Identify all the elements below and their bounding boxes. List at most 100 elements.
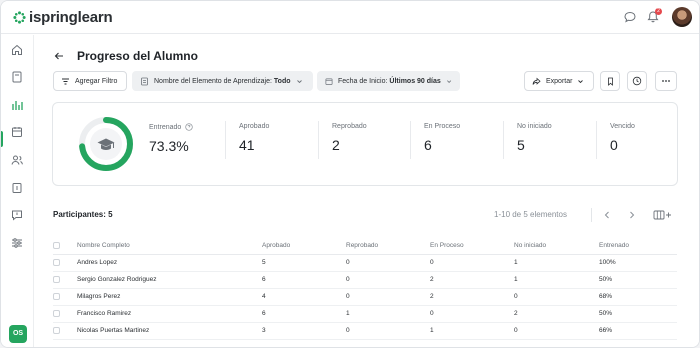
export-button[interactable]: Exportar: [524, 71, 594, 91]
page-title: Progreso del Alumno: [77, 49, 198, 63]
date-filter-label: Fecha de Inicio:: [338, 77, 388, 85]
home-icon[interactable]: [10, 43, 24, 57]
stat-in-progress-value: 6: [424, 137, 432, 153]
chevron-down-icon: [446, 79, 451, 83]
column-header[interactable]: Aprobado: [262, 237, 346, 255]
chat-icon[interactable]: [623, 10, 637, 24]
stat-in-progress-label: En Proceso: [424, 123, 461, 130]
cell-in-progress: 2: [430, 271, 514, 289]
prev-page-icon[interactable]: [601, 209, 613, 221]
cell-failed: 0: [346, 288, 430, 306]
app-window: ispringlearn 2 OS Progreso del Alumno Ag…: [0, 0, 700, 348]
pager-divider: [591, 208, 592, 222]
user-initials-chip[interactable]: OS: [9, 325, 27, 343]
stat-divider: [410, 121, 411, 159]
cell-trained: 66%: [599, 322, 677, 340]
row-checkbox[interactable]: [53, 326, 60, 334]
column-header[interactable]: No iniciado: [514, 237, 599, 255]
reports-icon[interactable]: [10, 98, 24, 112]
stat-in-progress: En Proceso 6: [424, 123, 460, 153]
row-checkbox[interactable]: [53, 258, 60, 266]
table-row[interactable]: Nicolas Puertas Martinez 3 0 1 0 66%: [53, 322, 677, 340]
cell-failed: 0: [346, 271, 430, 289]
add-filter-button[interactable]: Agregar Filtro: [53, 71, 127, 91]
table-row[interactable]: Sergio Gonzalez Rodriguez 6 0 2 1 50%: [53, 271, 677, 289]
stat-not-started: No iniciado 5: [517, 123, 552, 153]
table-row[interactable]: Milagros Perez 4 0 2 0 68%: [53, 288, 677, 306]
cell-not-started: 1: [514, 271, 599, 289]
bookmark-button[interactable]: [600, 71, 620, 91]
cell-approved: 6: [262, 271, 346, 289]
date-filter-value: Últimos 90 días: [389, 77, 441, 85]
cell-name[interactable]: Milagros Perez: [77, 288, 262, 306]
sidebar: OS: [1, 35, 34, 347]
row-checkbox[interactable]: [53, 309, 60, 317]
stat-failed-label: Reprobado: [332, 123, 367, 130]
stat-not-started-value: 5: [517, 137, 525, 153]
cell-failed: 0: [346, 322, 430, 340]
share-icon: [532, 77, 541, 85]
cell-trained: 100%: [599, 254, 677, 272]
cell-trained: 50%: [599, 271, 677, 289]
more-options-button[interactable]: [655, 71, 677, 91]
column-header[interactable]: Reprobado: [346, 237, 430, 255]
column-header[interactable]: En Proceso: [430, 237, 514, 255]
logo-mark-icon: [13, 11, 26, 24]
element-filter-dropdown[interactable]: Nombre del Elemento de Aprendizaje: Todo: [132, 71, 313, 91]
logo-text: ispringlearn: [29, 9, 113, 26]
logo[interactable]: ispringlearn: [13, 9, 113, 26]
schedule-report-button[interactable]: [627, 71, 647, 91]
cell-not-started: 0: [514, 322, 599, 340]
avatar[interactable]: [672, 7, 692, 27]
cell-trained: 50%: [599, 305, 677, 323]
cell-name[interactable]: Francisco Ramirez: [77, 305, 262, 323]
stat-expired: Vencido 0: [610, 123, 635, 153]
stat-failed: Reprobado 2: [332, 123, 367, 153]
feedback-icon[interactable]: [10, 208, 24, 222]
cell-name[interactable]: Sergio Gonzalez Rodriguez: [77, 271, 262, 289]
cell-in-progress: 2: [430, 288, 514, 306]
stat-not-started-label: No iniciado: [517, 123, 552, 130]
stat-divider: [318, 121, 319, 159]
book-icon[interactable]: [10, 70, 24, 84]
row-checkbox[interactable]: [53, 292, 60, 300]
stat-failed-value: 2: [332, 137, 340, 153]
add-filter-label: Agregar Filtro: [75, 77, 118, 85]
stat-divider: [225, 121, 226, 159]
export-label: Exportar: [546, 77, 573, 85]
pagination-info: 1-10 de 5 elementos: [494, 210, 567, 219]
table-row[interactable]: Andres Lopez 5 0 0 1 100%: [53, 254, 677, 272]
select-all-checkbox[interactable]: [53, 241, 60, 249]
column-header[interactable]: Entrenado: [599, 237, 677, 255]
column-header[interactable]: Nombre Completo: [77, 237, 262, 255]
element-filter-value: Todo: [273, 77, 291, 85]
main-content: Progreso del Alumno Agregar Filtro Nombr…: [35, 35, 699, 347]
more-icon: [662, 80, 670, 82]
schedule-icon[interactable]: [10, 181, 24, 195]
cell-name[interactable]: Andres Lopez: [77, 254, 262, 272]
next-page-icon[interactable]: [626, 209, 638, 221]
filter-toolbar: Agregar Filtro Nombre del Elemento de Ap…: [53, 71, 677, 91]
cell-approved: 3: [262, 322, 346, 340]
cell-in-progress: 1: [430, 322, 514, 340]
settings-sliders-icon[interactable]: [10, 236, 24, 250]
stat-approved-value: 41: [239, 137, 255, 153]
info-icon[interactable]: [185, 123, 193, 131]
participants-header: Participantes: 5 1-10 de 5 elementos: [53, 208, 677, 224]
stat-expired-value: 0: [610, 137, 618, 153]
table-row[interactable]: Francisco Ramirez 6 1 0 2 50%: [53, 305, 677, 323]
table-header-row: Nombre Completo Aprobado Reprobado En Pr…: [53, 237, 677, 255]
participants-table: Nombre Completo Aprobado Reprobado En Pr…: [53, 237, 677, 340]
columns-settings-icon[interactable]: [653, 209, 673, 221]
calendar-icon[interactable]: [10, 125, 24, 139]
back-arrow-icon[interactable]: [53, 50, 65, 62]
clock-icon: [632, 76, 642, 86]
title-row: Progreso del Alumno: [53, 49, 198, 63]
cell-name[interactable]: Nicolas Puertas Martinez: [77, 322, 262, 340]
cell-in-progress: 0: [430, 305, 514, 323]
date-filter-dropdown[interactable]: Fecha de Inicio: Últimos 90 días: [317, 71, 460, 91]
row-checkbox[interactable]: [53, 275, 60, 283]
stat-approved: Aprobado 41: [239, 123, 269, 153]
filter-icon: [62, 78, 69, 84]
users-icon[interactable]: [10, 153, 24, 167]
